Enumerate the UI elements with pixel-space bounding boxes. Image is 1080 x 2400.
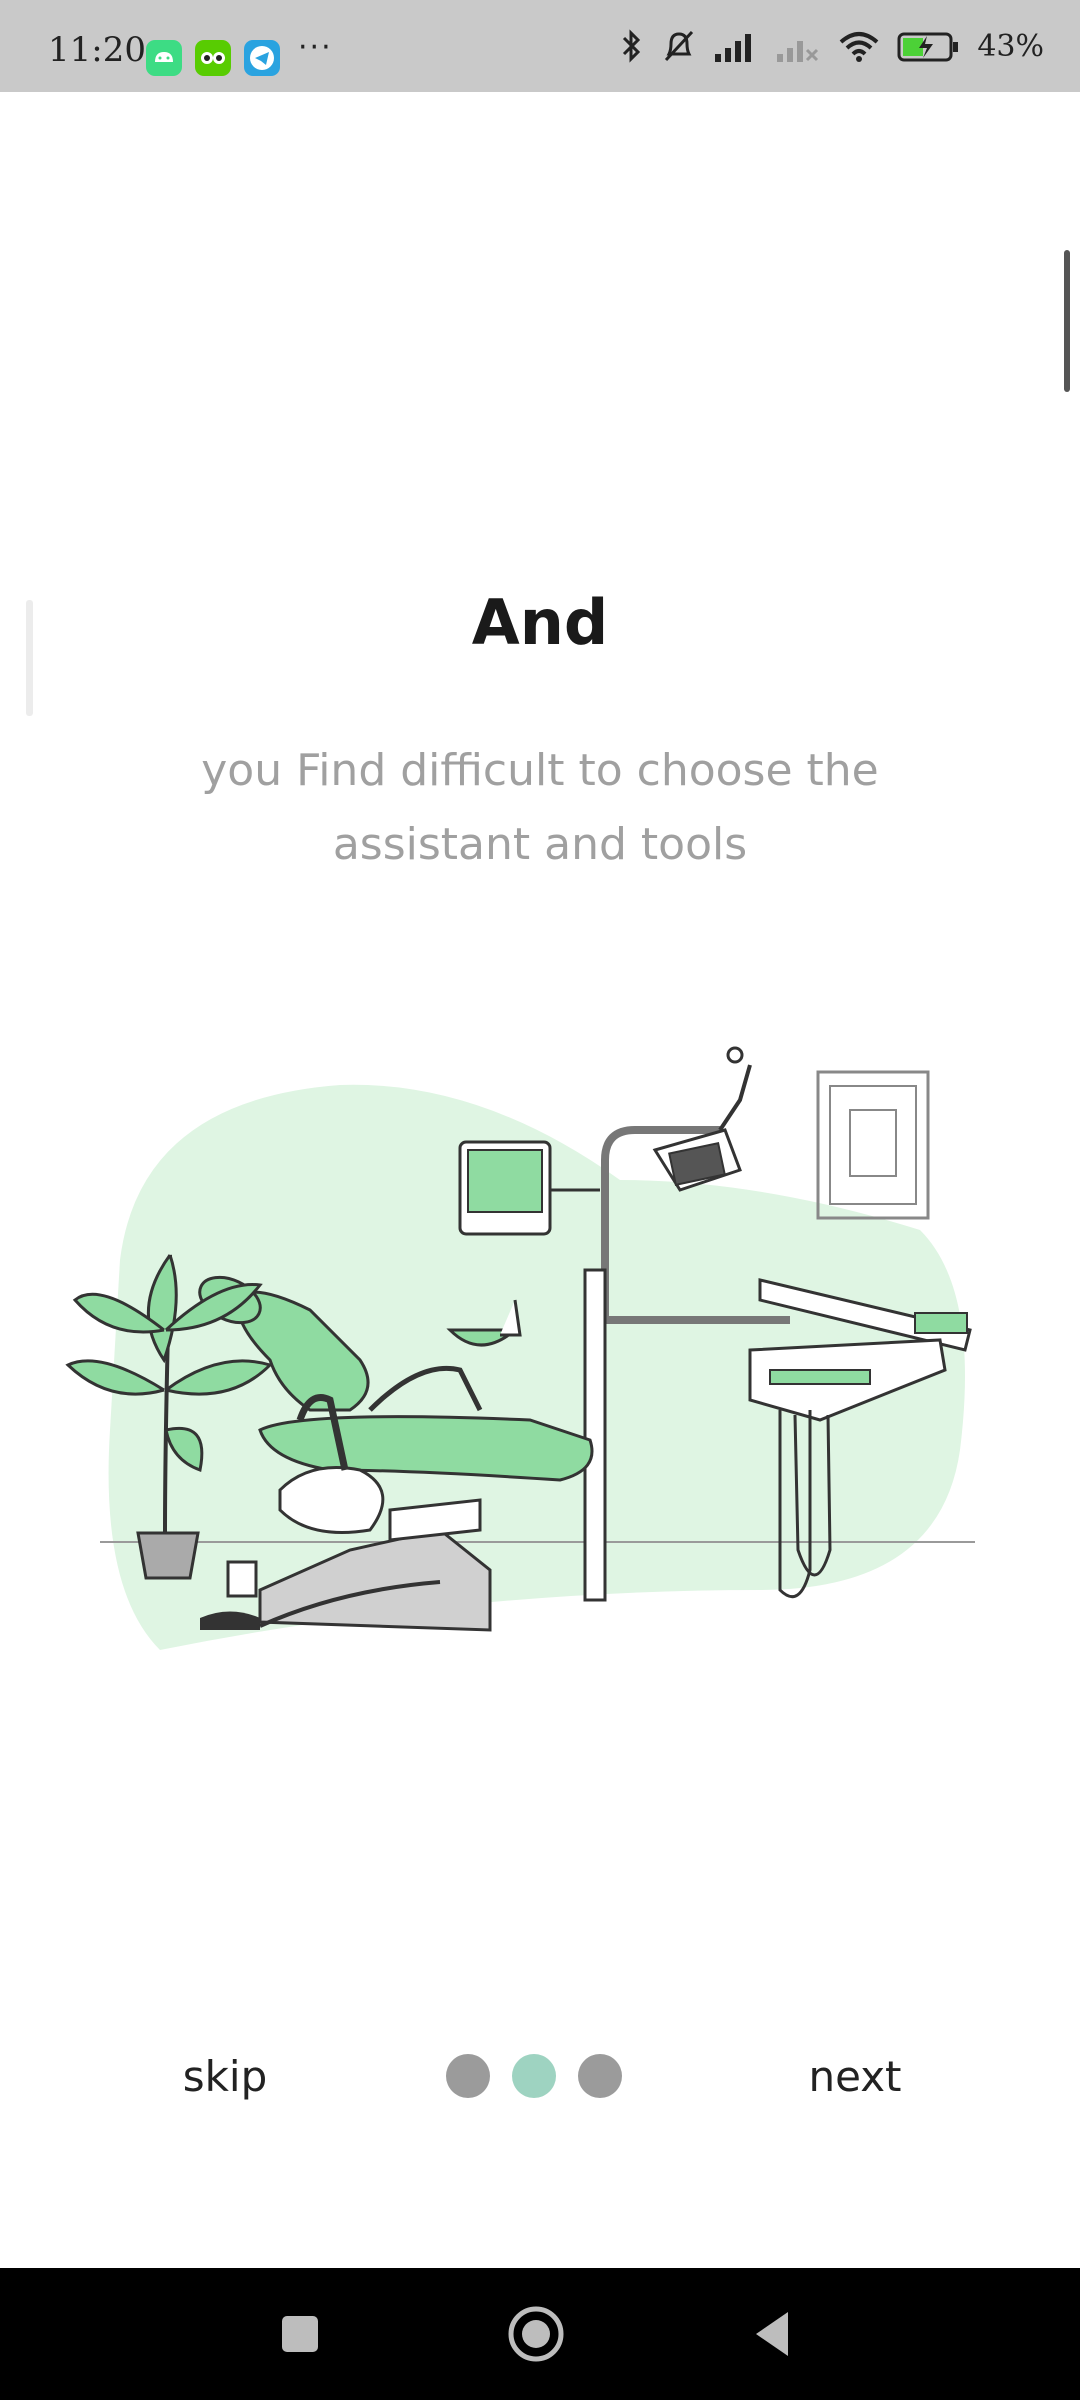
status-bar: 11:20 ··· 43%	[0, 0, 1080, 92]
signal-icon	[715, 34, 752, 62]
duolingo-icon	[195, 40, 231, 76]
page-dot-1[interactable]	[446, 2054, 490, 2098]
battery-percent: 43%	[977, 28, 1044, 64]
page-dot-2-active[interactable]	[512, 2054, 556, 2098]
more-icon: ···	[298, 30, 333, 65]
status-indicators: 43%	[619, 26, 1044, 66]
mute-icon	[665, 30, 694, 62]
signal-off-icon	[777, 41, 819, 62]
recents-icon[interactable]	[262, 2296, 338, 2372]
battery-charging-icon	[897, 32, 959, 62]
scrollbar-thumb[interactable]	[1064, 250, 1070, 392]
onboarding-subtitle: you Find difficult to choose the assista…	[201, 745, 879, 870]
telegram-icon	[244, 40, 280, 76]
page-dot-3[interactable]	[578, 2054, 622, 2098]
onboarding-title: And	[471, 586, 609, 659]
status-time: 11:20	[48, 30, 146, 70]
next-button[interactable]: next	[790, 2046, 920, 2106]
back-icon[interactable]	[734, 2296, 810, 2372]
dental-chair-illustration	[65, 1046, 975, 1650]
skip-button[interactable]: skip	[160, 2046, 290, 2106]
home-icon[interactable]	[498, 2296, 574, 2372]
bluetooth-icon	[623, 29, 641, 63]
android-icon	[146, 40, 182, 76]
wifi-icon	[839, 32, 879, 62]
system-nav-bar	[0, 2268, 1080, 2400]
page-indicator	[446, 2054, 622, 2098]
